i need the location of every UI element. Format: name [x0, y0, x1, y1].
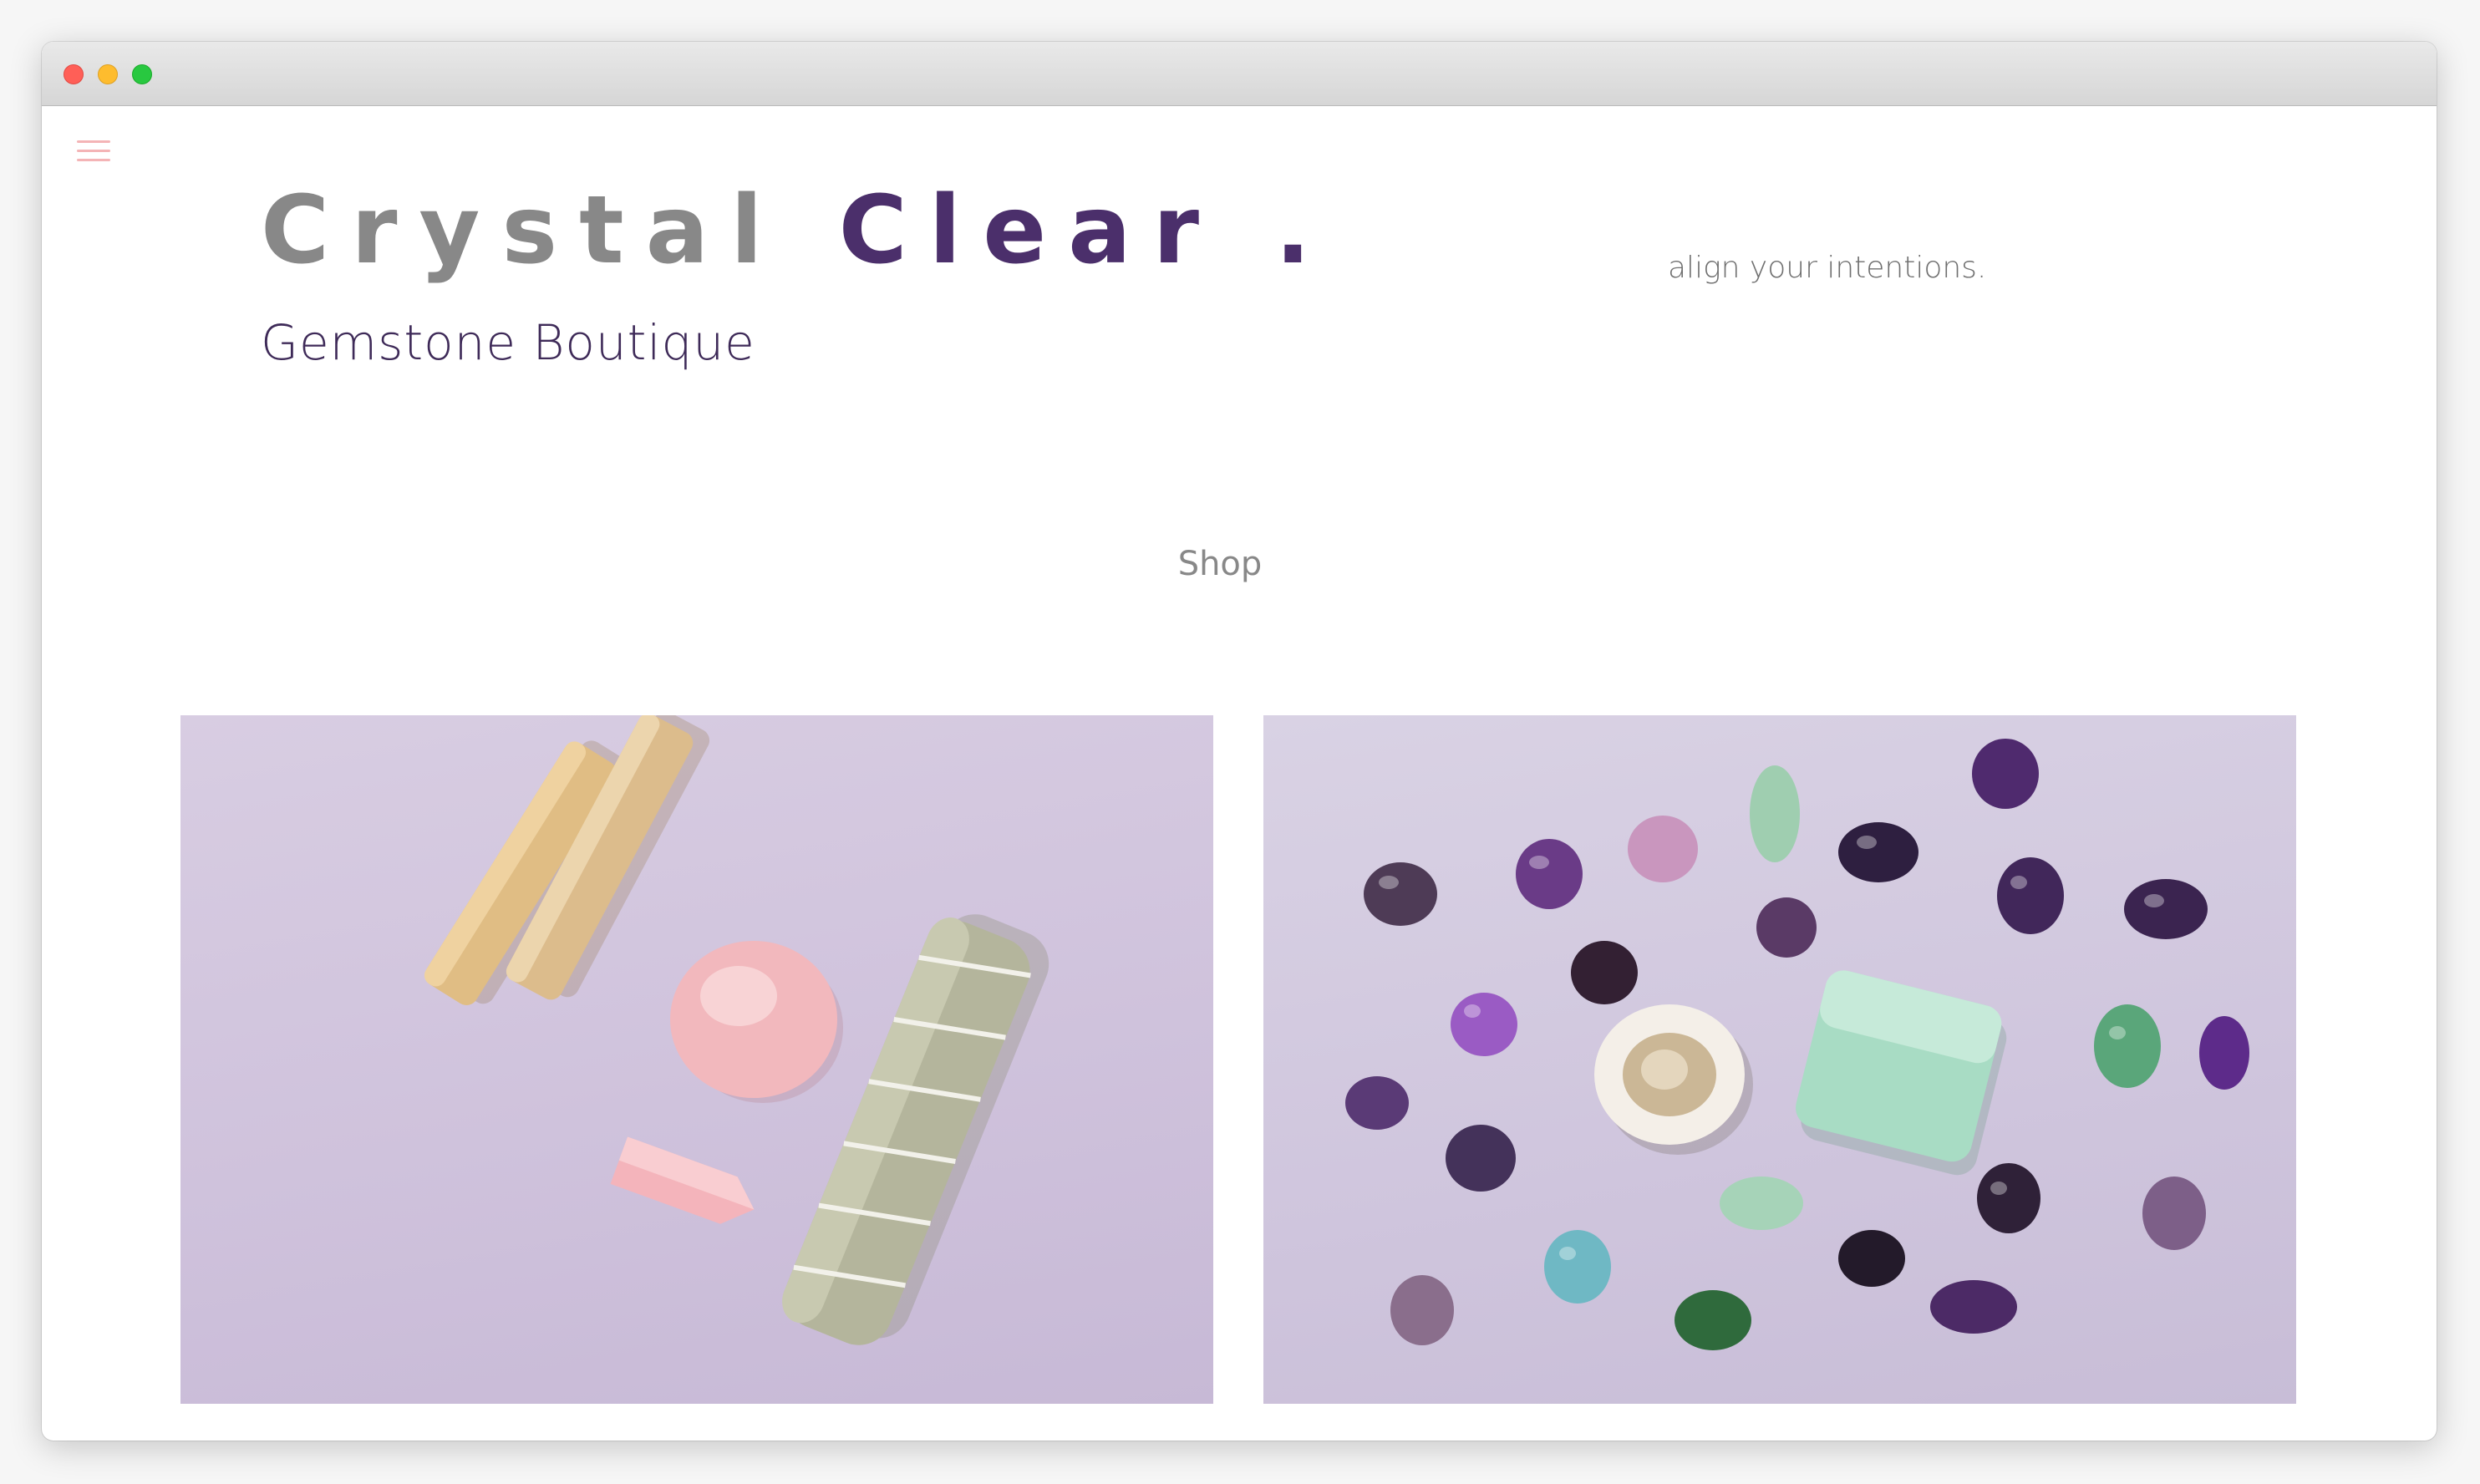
gallery-image-tumbled-gemstones[interactable] [1263, 715, 2296, 1404]
hamburger-menu-icon[interactable] [77, 137, 110, 165]
site-subtitle: Gemstone Boutique [261, 314, 755, 371]
window-titlebar [42, 42, 2437, 106]
close-window-button[interactable] [64, 64, 84, 84]
brand-name-crystal: Crystal [261, 176, 839, 285]
maximize-window-button[interactable] [132, 64, 152, 84]
minimize-window-button[interactable] [98, 64, 118, 84]
site-tagline: align your intentions. [1668, 251, 1987, 285]
shop-link[interactable]: Shop [1153, 545, 1287, 583]
sage-bundle [782, 914, 1049, 1345]
gallery-image-tumbled-gemstones-illustration [1345, 739, 2249, 1350]
green-calcite [1796, 970, 2007, 1176]
browser-window: Crystal Clear . Gemstone Boutique align … [42, 42, 2437, 1441]
gallery-image-palo-santo-rose-quartz-sage-illustration [424, 715, 1049, 1345]
rose-quartz-point [610, 1136, 755, 1224]
site-logo[interactable]: Crystal Clear . [261, 184, 1333, 277]
brand-name-clear: Clear . [838, 176, 1333, 285]
gallery-image-palo-santo-rose-quartz-sage[interactable] [180, 715, 1213, 1404]
